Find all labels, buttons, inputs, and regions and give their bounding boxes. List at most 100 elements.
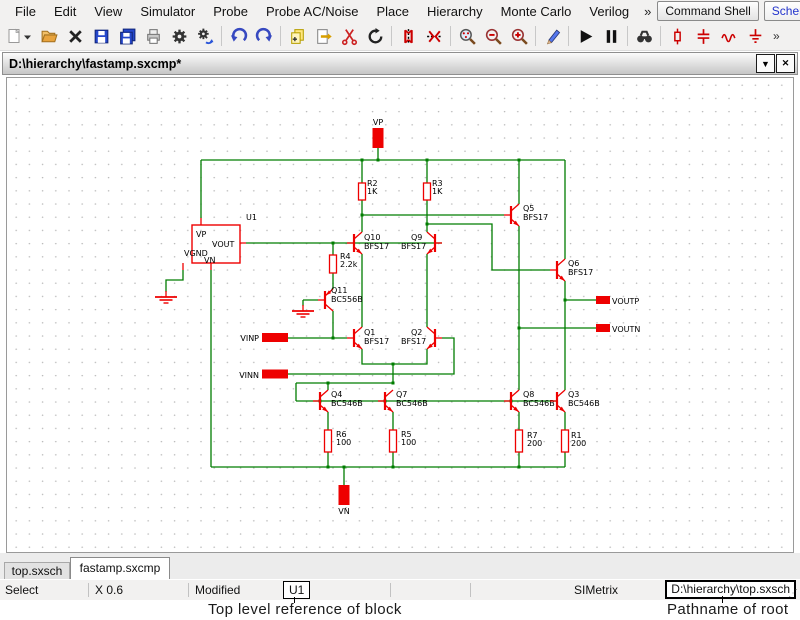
- simulator-options-button[interactable]: [192, 24, 218, 49]
- menu-edit[interactable]: Edit: [45, 1, 85, 22]
- redo-button[interactable]: [251, 24, 277, 49]
- transistor-Q10-model[interactable]: BFS17: [364, 242, 389, 251]
- transistor-Q8-model[interactable]: BC546B: [523, 399, 555, 408]
- terminal-vinp[interactable]: [262, 333, 288, 342]
- menu-hierarchy[interactable]: Hierarchy: [418, 1, 492, 22]
- collapse-window-button[interactable]: ▼: [756, 54, 775, 73]
- tab-fastamp-sxcmp[interactable]: fastamp.sxcmp: [70, 557, 170, 579]
- new-schematic-button[interactable]: [4, 24, 36, 49]
- transistor-Q2-ref[interactable]: Q2: [411, 328, 422, 337]
- transistor-Q5-model[interactable]: BFS17: [523, 213, 548, 222]
- transistor-Q10-ref[interactable]: Q10: [364, 233, 380, 242]
- open-file-button[interactable]: [36, 24, 62, 49]
- find-part-button[interactable]: [631, 24, 657, 49]
- block-ref-label[interactable]: U1: [246, 213, 257, 222]
- transistor-Q3-model[interactable]: BC546B: [568, 399, 600, 408]
- connect-wire-button[interactable]: [421, 24, 447, 49]
- draw-wire-button[interactable]: [539, 24, 565, 49]
- zoom-in-button[interactable]: [506, 24, 532, 49]
- transistor-Q6-ref[interactable]: Q6: [568, 259, 579, 268]
- terminal-voutp[interactable]: [596, 296, 610, 304]
- menu-place[interactable]: Place: [367, 1, 418, 22]
- menu-view[interactable]: View: [85, 1, 131, 22]
- disconnect-wire-button[interactable]: [395, 24, 421, 49]
- menu-probe-ac-noise[interactable]: Probe AC/Noise: [257, 1, 368, 22]
- menu-overflow-button[interactable]: »: [638, 4, 657, 19]
- command-shell-button[interactable]: Command Shell: [657, 1, 758, 21]
- resistor-R5-value[interactable]: 100: [401, 438, 416, 447]
- transistor-Q6-model[interactable]: BFS17: [568, 268, 593, 277]
- menu-monte-carlo[interactable]: Monte Carlo: [492, 1, 581, 22]
- transistor-Q11-ref[interactable]: Q11: [331, 286, 347, 295]
- resistor-R4-value[interactable]: 2.2k: [340, 260, 358, 269]
- save-button[interactable]: [88, 24, 114, 49]
- save-all-button[interactable]: [114, 24, 140, 49]
- resize-grip[interactable]: ⋰: [788, 588, 798, 599]
- redraw-button[interactable]: [362, 24, 388, 49]
- place-capacitor-button[interactable]: [690, 24, 716, 49]
- transistor-Q9-model[interactable]: BFS17: [401, 242, 426, 251]
- transistor-Q1-ref[interactable]: Q1: [364, 328, 375, 337]
- schematic-canvas[interactable]: VP VOUT VGND VN U1 VP VINP VINN VOUTP VO…: [6, 77, 794, 553]
- transistor-Q4-model[interactable]: BC546B: [331, 399, 363, 408]
- zoom-out-icon: [484, 27, 503, 46]
- undo-button[interactable]: [225, 24, 251, 49]
- zoom-out-button[interactable]: [480, 24, 506, 49]
- editor-selector-dropdown[interactable]: Schematic Editor ▼: [764, 1, 800, 21]
- pause-simulation-button[interactable]: [598, 24, 624, 49]
- place-ground-button[interactable]: [742, 24, 768, 49]
- terminal-vinn[interactable]: [262, 370, 288, 379]
- resistor-R3-value[interactable]: 1K: [432, 187, 443, 196]
- menu-probe[interactable]: Probe: [204, 1, 257, 22]
- terminal-vp[interactable]: [373, 128, 384, 148]
- transistor-Q7-model[interactable]: BC546B: [396, 399, 428, 408]
- resistor-R5[interactable]: [390, 430, 397, 452]
- transistor-Q5-ref[interactable]: Q5: [523, 204, 534, 213]
- toolbar-separator: [221, 26, 222, 46]
- zoom-rect-button[interactable]: [454, 24, 480, 49]
- resistor-R3[interactable]: [424, 183, 431, 200]
- join-wire-icon: [425, 27, 444, 46]
- copy-button[interactable]: [284, 24, 310, 49]
- transistor-Q8-ref[interactable]: Q8: [523, 390, 534, 399]
- transistor-Q4-ref[interactable]: Q4: [331, 390, 342, 399]
- resistor-R1[interactable]: [562, 430, 569, 452]
- menu-simulator[interactable]: Simulator: [131, 1, 204, 22]
- transistor-Q3-ref[interactable]: Q3: [568, 390, 579, 399]
- transistor-Q11-model[interactable]: BC556B: [331, 295, 363, 304]
- resistor-R1-value[interactable]: 200: [571, 439, 586, 448]
- terminal-voutn-label: VOUTN: [612, 325, 640, 334]
- place-resistor-button[interactable]: [664, 24, 690, 49]
- terminal-voutn[interactable]: [596, 324, 610, 332]
- play-icon: [576, 27, 595, 46]
- run-simulation-button[interactable]: [572, 24, 598, 49]
- close-file-button[interactable]: [62, 24, 88, 49]
- resistor-R6[interactable]: [325, 430, 332, 452]
- transistor-Q1-model[interactable]: BFS17: [364, 337, 389, 346]
- menu-verilog[interactable]: Verilog: [580, 1, 638, 22]
- terminal-vn[interactable]: [339, 485, 350, 505]
- close-window-button[interactable]: ✕: [776, 54, 795, 73]
- resistor-R2[interactable]: [359, 183, 366, 200]
- resistor-R6-value[interactable]: 100: [336, 438, 351, 447]
- transistor-Q2-model[interactable]: BFS17: [401, 337, 426, 346]
- export-page-icon: [314, 27, 333, 46]
- status-app-name: SIMetrix: [574, 583, 618, 597]
- resistor-R2-value[interactable]: 1K: [367, 187, 378, 196]
- print-button[interactable]: [140, 24, 166, 49]
- cut-button[interactable]: [336, 24, 362, 49]
- place-inductor-button[interactable]: [716, 24, 742, 49]
- transistor-Q9-ref[interactable]: Q9: [411, 233, 422, 242]
- settings-button[interactable]: [166, 24, 192, 49]
- status-bar: Select X 0.6 Modified U1 SIMetrix D:\hie…: [0, 579, 800, 601]
- resistor-R4[interactable]: [330, 255, 337, 273]
- tab-top-sxsch[interactable]: top.sxsch: [4, 562, 70, 579]
- export-button[interactable]: [310, 24, 336, 49]
- resistor-R7[interactable]: [516, 430, 523, 452]
- toolbar-overflow-button[interactable]: »: [768, 29, 785, 43]
- document-title-bar[interactable]: D:\hierarchy\fastamp.sxcmp* ▼ ✕: [2, 52, 798, 75]
- toolbar-separator: [391, 26, 392, 46]
- transistor-Q7-ref[interactable]: Q7: [396, 390, 407, 399]
- menu-file[interactable]: File: [6, 1, 45, 22]
- resistor-R7-value[interactable]: 200: [527, 439, 542, 448]
